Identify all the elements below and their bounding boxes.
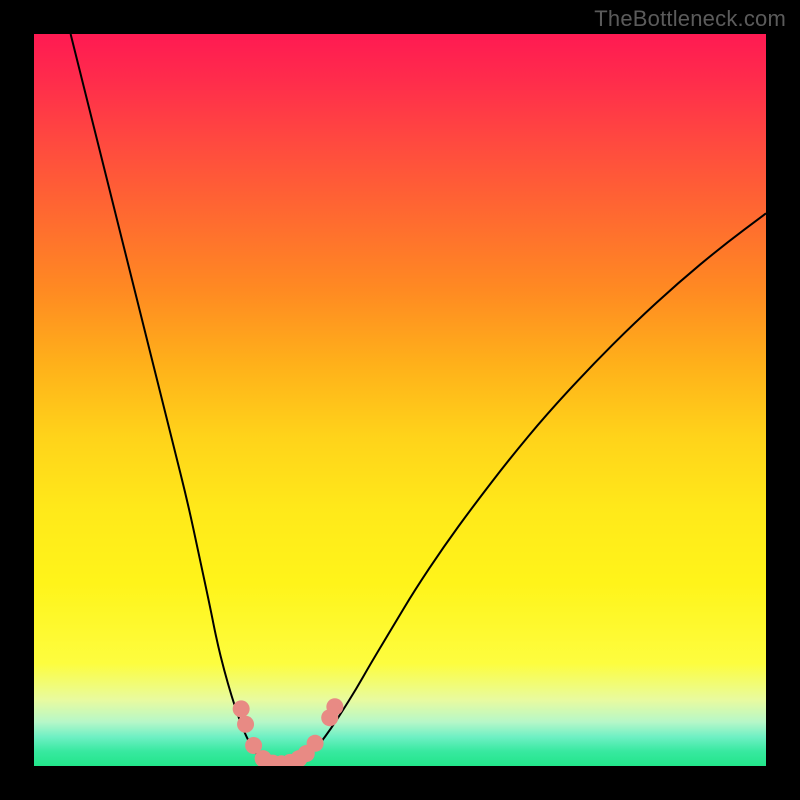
curve-group xyxy=(71,34,766,765)
bottleneck-curve-svg xyxy=(34,34,766,766)
curve-marker xyxy=(326,698,343,715)
curve-marker xyxy=(237,716,254,733)
attribution-text: TheBottleneck.com xyxy=(594,6,786,32)
outer-frame: TheBottleneck.com xyxy=(0,0,800,800)
curve-marker xyxy=(307,735,324,752)
bottleneck-curve xyxy=(71,34,766,765)
plot-area xyxy=(34,34,766,766)
curve-markers xyxy=(233,698,344,766)
curve-marker xyxy=(233,700,250,717)
